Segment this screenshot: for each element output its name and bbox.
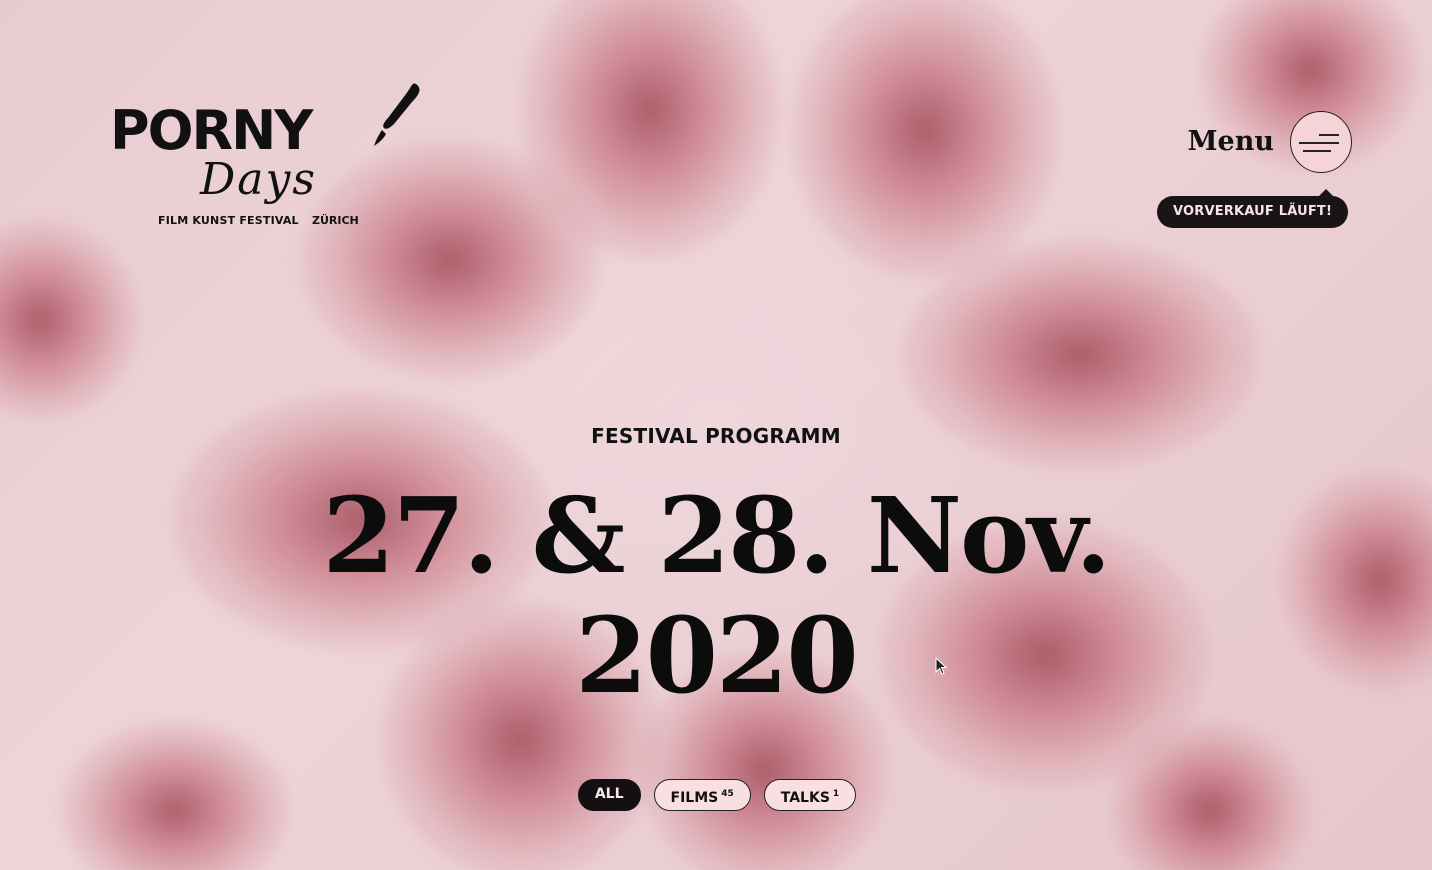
hamburger-icon <box>1319 134 1339 136</box>
filter-films-button[interactable]: FILMS 45 <box>653 779 751 811</box>
filter-all-button[interactable]: ALL <box>577 779 641 811</box>
filter-label: TALKS <box>780 790 830 806</box>
hamburger-line <box>1303 150 1331 152</box>
festival-logo[interactable]: PORNY Days FILM KUNST FESTIVAL ZÜRICH <box>110 80 420 230</box>
menu-button[interactable] <box>1290 111 1352 173</box>
filter-talks-button[interactable]: TALKS 1 <box>763 779 857 811</box>
section-eyebrow: FESTIVAL PROGRAMM <box>591 424 841 448</box>
hamburger-line <box>1299 142 1339 144</box>
filter-count: 45 <box>721 789 734 799</box>
program-filters: ALL FILMS 45 TALKS 1 <box>0 779 1432 811</box>
filter-count: 1 <box>832 789 840 799</box>
logo-city: ZÜRICH <box>312 214 359 227</box>
logo-tagline: FILM KUNST FESTIVAL <box>158 214 299 227</box>
brush-icon <box>374 83 420 146</box>
logo-wordmark: PORNY <box>110 99 313 162</box>
festival-year: 2020 <box>575 594 858 717</box>
logo-script: Days <box>200 154 317 205</box>
filter-label: FILMS <box>670 790 719 806</box>
menu-label[interactable]: Menu <box>1188 126 1274 157</box>
festival-dates: 27. & 28. Nov. <box>322 474 1112 597</box>
filter-label: ALL <box>594 786 624 802</box>
presale-badge[interactable]: VORVERKAUF LÄUFT! <box>1157 189 1349 228</box>
mouse-cursor-icon <box>935 657 947 675</box>
